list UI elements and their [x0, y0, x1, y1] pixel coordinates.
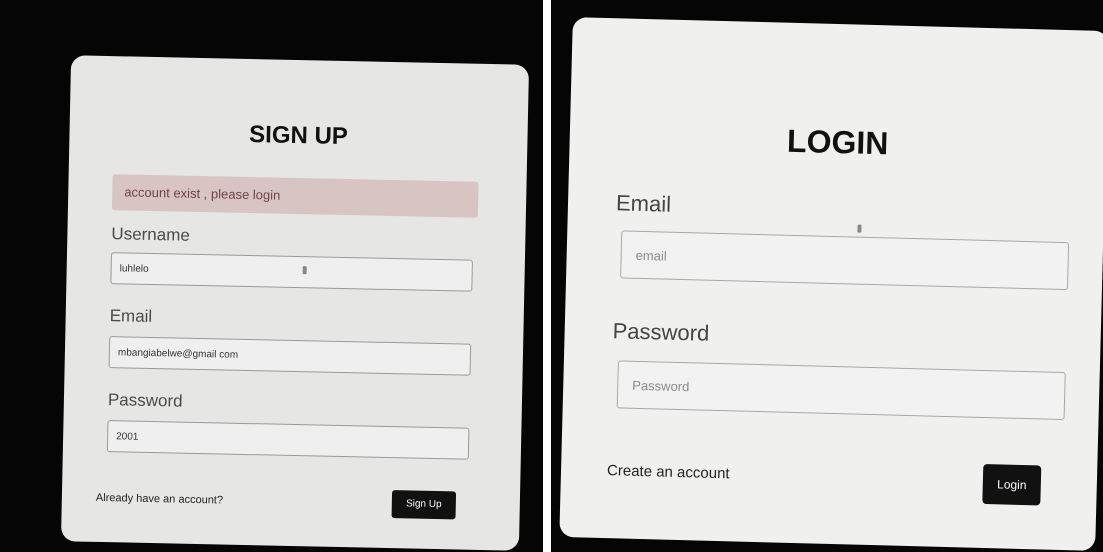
login-password-placeholder: Password [632, 377, 690, 395]
signup-title: SIGN UP [248, 121, 349, 151]
login-email-input[interactable]: email [620, 230, 1070, 291]
already-have-account-link[interactable]: Already have an account? [96, 492, 223, 507]
signup-password-label: Password [107, 390, 183, 411]
login-password-label: Password [612, 318, 710, 346]
create-account-link[interactable]: Create an account [607, 462, 730, 482]
username-input[interactable]: luhlelo [110, 252, 473, 292]
login-email-placeholder: email [635, 247, 667, 264]
signup-email-input[interactable]: mbangiabelwe@gmail com [108, 336, 472, 376]
login-card: LOGIN Email email Password Password Crea… [559, 17, 1103, 551]
signup-password-input[interactable]: 2001 [106, 420, 470, 460]
mouse-cursor-icon [302, 266, 307, 275]
signup-error-alert: account exist , please login [111, 174, 479, 218]
signup-email-label: Email [109, 306, 153, 327]
login-password-input[interactable]: Password [616, 360, 1066, 421]
login-title: LOGIN [786, 122, 889, 162]
signup-card: SIGN UP account exist , please login Use… [60, 55, 530, 551]
login-button[interactable]: Login [982, 463, 1042, 506]
mouse-cursor-icon [857, 224, 862, 233]
login-email-label: Email [615, 190, 672, 217]
screenshot-divider [543, 0, 551, 552]
sign-up-button[interactable]: Sign Up [391, 490, 457, 520]
username-label: Username [111, 224, 191, 245]
